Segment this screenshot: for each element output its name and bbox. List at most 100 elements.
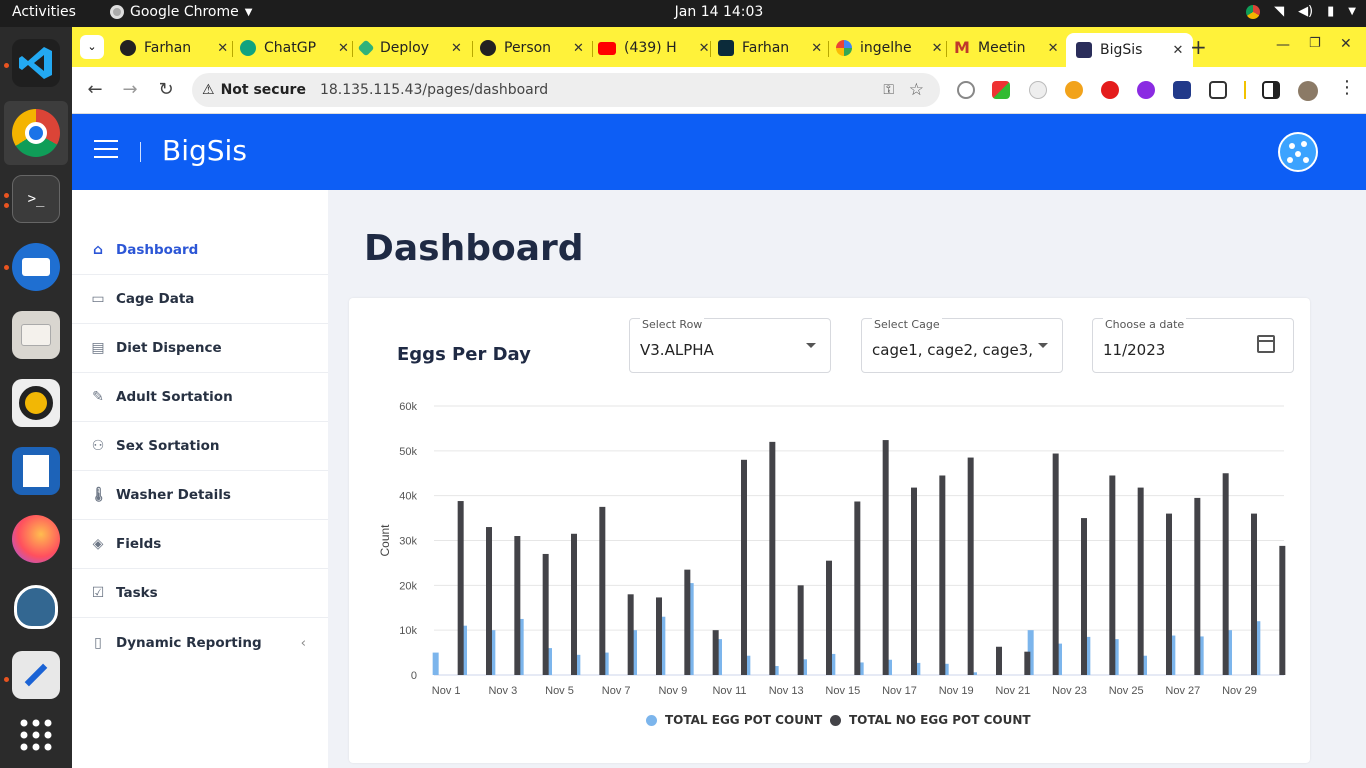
extension-icon[interactable] bbox=[1173, 81, 1191, 99]
terminal-icon[interactable]: >_ bbox=[12, 175, 60, 223]
bar bbox=[797, 585, 804, 675]
bar bbox=[542, 553, 549, 675]
close-icon[interactable]: ✕ bbox=[217, 41, 228, 56]
sidebar-item-label: Diet Dispence bbox=[116, 340, 222, 356]
legend-item-egg-pot[interactable]: TOTAL EGG POT COUNT bbox=[646, 713, 822, 727]
bar bbox=[1081, 518, 1087, 675]
tab-label: ingelhe bbox=[860, 40, 912, 56]
user-avatar[interactable] bbox=[1278, 132, 1318, 172]
close-icon[interactable]: ✕ bbox=[338, 41, 349, 56]
bar bbox=[939, 475, 946, 675]
vscode-icon[interactable] bbox=[12, 39, 60, 87]
tab-label: Meetin bbox=[978, 40, 1026, 56]
pencil-icon: ✎ bbox=[92, 389, 104, 405]
tab-label: BigSis bbox=[1100, 42, 1143, 58]
puzzle-icon[interactable] bbox=[1209, 81, 1227, 99]
thunderbird-icon[interactable] bbox=[12, 243, 60, 291]
sidebar-item-dashboard[interactable]: ⌂ Dashboard bbox=[72, 226, 328, 275]
bar bbox=[627, 594, 634, 675]
star-icon[interactable]: ☆ bbox=[909, 80, 924, 100]
sidebar-item-washer-details[interactable]: 🌡︎ Washer Details bbox=[72, 471, 328, 520]
forward-arrow-icon[interactable]: → bbox=[119, 79, 141, 101]
bar bbox=[1137, 487, 1144, 675]
postgres-elephant-icon[interactable] bbox=[12, 583, 60, 631]
legend-item-no-egg-pot[interactable]: TOTAL NO EGG POT COUNT bbox=[830, 713, 1031, 727]
chrome-dock-icon[interactable] bbox=[4, 101, 68, 165]
tab-chatgpt[interactable]: ChatGP ✕ bbox=[240, 33, 349, 63]
minimize-button[interactable]: — bbox=[1276, 37, 1290, 53]
close-icon[interactable]: ✕ bbox=[811, 41, 822, 56]
close-icon[interactable]: ✕ bbox=[451, 41, 462, 56]
bar bbox=[1109, 475, 1116, 675]
x-tick-label: Nov 3 bbox=[488, 685, 517, 697]
tab-search-button[interactable]: ⌄ bbox=[80, 35, 104, 59]
archive-icon: ▤ bbox=[91, 340, 105, 356]
select-cage-dropdown[interactable]: Select Cage cage1, cage2, cage3, c... bbox=[861, 318, 1063, 373]
bar bbox=[1166, 513, 1172, 675]
tab-youtube[interactable]: (439) H ✕ bbox=[598, 33, 710, 63]
sidebar-item-sex-sortation[interactable]: ⚇ Sex Sortation bbox=[72, 422, 328, 471]
tab-label: Farhan bbox=[144, 40, 192, 56]
tab-meeting[interactable]: M Meetin ✕ bbox=[954, 33, 1058, 63]
date-picker-field[interactable]: Choose a date 11/2023 bbox=[1092, 318, 1294, 373]
close-icon[interactable]: ✕ bbox=[573, 41, 584, 56]
globe-extension-icon[interactable] bbox=[957, 81, 975, 99]
new-tab-button[interactable]: + bbox=[1190, 35, 1207, 59]
eggs-per-day-card: Eggs Per Day Select Row V3.ALPHA Select … bbox=[349, 298, 1310, 763]
caret-down-icon bbox=[806, 343, 816, 348]
sidebar-item-tasks[interactable]: ☑ Tasks bbox=[72, 569, 328, 618]
side-panel-icon[interactable] bbox=[1262, 81, 1280, 99]
sidebar-item-diet-dispence[interactable]: ▤ Diet Dispence bbox=[72, 324, 328, 373]
sidebar-item-fields[interactable]: ◈ Fields bbox=[72, 520, 328, 569]
close-icon[interactable]: ✕ bbox=[1048, 41, 1059, 56]
text-editor-icon[interactable] bbox=[12, 651, 60, 699]
security-indicator[interactable]: ⚠ Not secure bbox=[202, 82, 306, 98]
address-bar[interactable]: ⚠ Not secure 18.135.115.43/pages/dashboa… bbox=[192, 73, 940, 107]
close-icon[interactable]: ✕ bbox=[699, 41, 710, 56]
hamburger-menu-icon[interactable] bbox=[94, 140, 118, 164]
writer-icon[interactable] bbox=[12, 447, 60, 495]
browser-toolbar: ← → ↻ ⚠ Not secure 18.135.115.43/pages/d… bbox=[72, 67, 1366, 114]
sidebar-item-adult-sortation[interactable]: ✎ Adult Sortation bbox=[72, 373, 328, 422]
window-close-button[interactable]: ✕ bbox=[1340, 36, 1352, 52]
sidebar-item-cage-data[interactable]: ▭ Cage Data bbox=[72, 275, 328, 324]
extension-icon[interactable] bbox=[1065, 81, 1083, 99]
extension-icon[interactable] bbox=[992, 81, 1010, 99]
running-indicator bbox=[4, 265, 9, 270]
reload-icon[interactable]: ↻ bbox=[155, 79, 177, 101]
key-icon[interactable]: ⚿ bbox=[883, 82, 894, 98]
url-text[interactable]: 18.135.115.43/pages/dashboard bbox=[320, 82, 548, 98]
tab-github-farhan[interactable]: Farhan ✕ bbox=[120, 33, 228, 63]
running-indicator bbox=[4, 677, 9, 682]
show-apps-grid-icon[interactable] bbox=[12, 711, 60, 759]
extension-icon[interactable] bbox=[1137, 81, 1155, 99]
tab-bigsis[interactable]: BigSis ✕ bbox=[1066, 33, 1194, 67]
field-value: V3.ALPHA bbox=[640, 341, 714, 359]
back-arrow-icon[interactable]: ← bbox=[84, 79, 106, 101]
tab-google-search[interactable]: ingelhe ✕ bbox=[836, 33, 943, 63]
sidebar-item-label: Washer Details bbox=[116, 487, 231, 503]
profile-avatar[interactable] bbox=[1298, 81, 1318, 101]
x-tick-label: Nov 23 bbox=[1052, 685, 1087, 697]
calendar-icon[interactable] bbox=[1257, 335, 1275, 353]
legend-swatch bbox=[646, 714, 657, 726]
tab-deploy[interactable]: Deploy ✕ bbox=[357, 33, 462, 63]
clock[interactable]: Jan 14 14:03 bbox=[0, 4, 1366, 20]
rhythmbox-icon[interactable] bbox=[12, 379, 60, 427]
close-icon[interactable]: ✕ bbox=[1172, 43, 1183, 58]
sidebar-item-dynamic-reporting[interactable]: ▯ Dynamic Reporting ‹ bbox=[72, 618, 328, 667]
kebab-menu-icon[interactable]: ⋮ bbox=[1338, 77, 1356, 98]
running-indicator bbox=[4, 203, 9, 208]
tab-label: (439) H bbox=[624, 40, 677, 56]
select-row-dropdown[interactable]: Select Row V3.ALPHA bbox=[629, 318, 831, 373]
files-icon[interactable] bbox=[12, 311, 60, 359]
extension-icon[interactable] bbox=[1029, 81, 1047, 99]
firefox-icon[interactable] bbox=[12, 515, 60, 563]
close-icon[interactable]: ✕ bbox=[932, 41, 943, 56]
extension-icon[interactable] bbox=[1101, 81, 1119, 99]
system-tray[interactable]: ◥ ◀) ▮ ▼ bbox=[1246, 4, 1356, 19]
browser-tab-strip: ⌄ Farhan ✕ ChatGP ✕ Deploy ✕ Person ✕ (4… bbox=[72, 27, 1366, 67]
tab-farhan-2[interactable]: Farhan ✕ bbox=[718, 33, 822, 63]
tab-github-person[interactable]: Person ✕ bbox=[480, 33, 584, 63]
maximize-button[interactable]: ❐ bbox=[1309, 36, 1321, 51]
